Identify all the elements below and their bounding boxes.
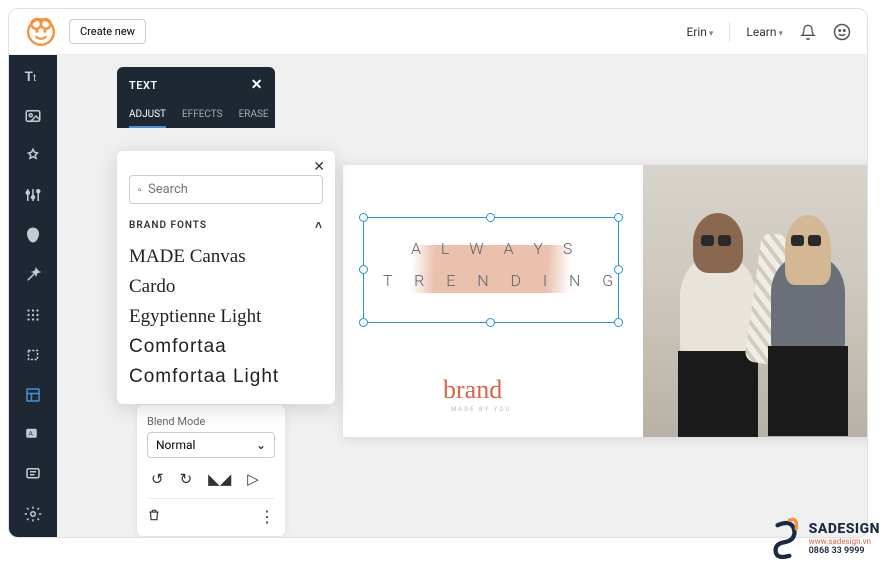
panel-title: TEXT [129,79,158,92]
text-panel: TEXT ✕ ADJUST EFFECTS ERASE [117,67,275,128]
tab-erase[interactable]: ERASE [239,103,269,128]
blend-mode-label: Blend Mode [147,415,275,428]
top-bar: Create new Erin▾ Learn▾ [9,9,867,55]
more-icon[interactable]: ⋮ [259,507,275,526]
svg-text:t: t [33,73,36,84]
section-header[interactable]: BRAND FONTS ˄ [129,218,323,232]
learn-menu[interactable]: Learn▾ [746,25,783,39]
resize-handle[interactable] [614,265,623,274]
app-logo-icon [25,16,57,48]
font-option[interactable]: Comfortaa [129,332,323,362]
delete-icon[interactable] [147,507,161,526]
resize-handle[interactable] [359,318,368,327]
create-new-button[interactable]: Create new [69,19,146,44]
text-tool-icon[interactable]: Tt [19,65,47,87]
font-search-field[interactable] [148,182,314,197]
brand-tagline: MADE BY YOU [451,406,511,413]
resize-handle[interactable] [359,213,368,222]
wand-tool-icon[interactable] [19,264,47,286]
font-option[interactable]: Comfortaa Light [129,362,323,392]
close-icon[interactable]: ✕ [251,77,263,93]
watermark-brand: SADESIGN [809,521,880,537]
flip-vertical-icon[interactable]: ▷ [247,470,259,488]
chevron-up-icon: ˄ [315,218,323,232]
canvas-area: TEXT ✕ ADJUST EFFECTS ERASE ✕ BRAND FONT… [57,55,867,537]
resize-handle[interactable] [486,213,495,222]
resize-handle[interactable] [486,318,495,327]
resize-handle[interactable] [359,265,368,274]
watermark-phone: 0868 33 9999 [809,546,880,556]
adjust-bottom-panel: Blend Mode Normal ⌄ ↺ ↻ ◣◢ ▷ ⋮ [137,405,285,536]
translate-tool-icon[interactable]: A [19,423,47,445]
chevron-down-icon: ⌄ [256,438,266,452]
watermark: SADESIGN www.sadesign.vn 0868 33 9999 [769,516,880,560]
user-menu[interactable]: Erin▾ [686,25,713,39]
template-tool-icon[interactable] [19,384,47,406]
crop-tool-icon[interactable] [19,344,47,366]
notifications-icon[interactable] [799,23,817,41]
blend-mode-select[interactable]: Normal ⌄ [147,432,275,458]
close-icon[interactable]: ✕ [313,159,325,175]
font-dropdown: ✕ BRAND FONTS ˄ MADE Canvas Cardo Egypti… [117,151,335,404]
left-sidebar: Tt A [9,55,57,537]
adjust-tool-icon[interactable] [19,184,47,206]
search-input[interactable] [129,175,323,204]
chevron-down-icon: ▾ [778,29,783,39]
font-option[interactable]: Cardo [129,272,323,302]
flip-horizontal-icon[interactable]: ◣◢ [208,470,231,488]
rotate-right-icon[interactable]: ↻ [180,470,193,488]
chevron-down-icon: ▾ [709,29,714,39]
svg-text:T: T [25,70,33,85]
comment-tool-icon[interactable] [19,463,47,485]
tab-adjust[interactable]: ADJUST [129,103,166,128]
tab-effects[interactable]: EFFECTS [182,103,223,128]
divider [729,23,730,41]
face-tool-icon[interactable] [19,224,47,246]
watermark-logo-icon [769,516,803,560]
canvas-image[interactable] [643,165,868,437]
resize-handle[interactable] [614,213,623,222]
brand-logo-text[interactable]: brand [443,375,502,405]
design-canvas[interactable]: A L W A Y S T R E N D I N G brand MADE B… [343,165,868,437]
selection-box[interactable] [363,217,619,323]
rotate-left-icon[interactable]: ↺ [151,470,164,488]
watermark-url: www.sadesign.vn [809,537,880,546]
font-option[interactable]: Egyptienne Light [129,302,323,332]
svg-text:A: A [29,430,34,438]
texture-tool-icon[interactable] [19,304,47,326]
font-option[interactable]: MADE Canvas [129,242,323,272]
account-icon[interactable] [833,23,851,41]
resize-handle[interactable] [614,318,623,327]
graphics-tool-icon[interactable] [19,145,47,167]
image-tool-icon[interactable] [19,105,47,127]
settings-icon[interactable] [19,503,47,525]
search-icon [138,183,142,197]
